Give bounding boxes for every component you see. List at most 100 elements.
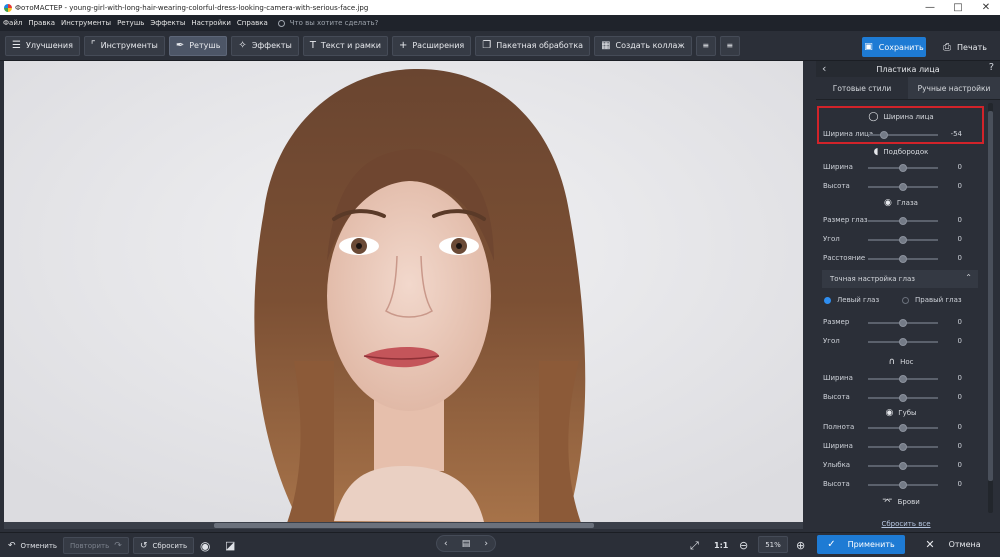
radio-label: Левый глаз [837,296,880,304]
scrollbar-thumb[interactable] [214,523,594,528]
back-chevron-icon[interactable]: ‹ [822,62,826,75]
menu-file[interactable]: Файл [3,19,22,27]
canvas-vertical-scrollbar[interactable] [803,61,811,522]
slider-knob[interactable] [899,236,907,244]
help-icon[interactable]: ? [989,62,994,73]
layers-settings-button[interactable]: ≡ [719,35,740,56]
slider-track[interactable] [868,462,938,470]
eye-fine-tune-header[interactable]: Точная настройка глаз ⌃ [822,270,978,288]
minimize-icon[interactable]: — [916,2,944,13]
slider-lips-smile[interactable]: Улыбка 0 [816,459,986,473]
tab-extensions[interactable]: + Расширения [391,35,472,56]
slider-knob[interactable] [899,319,907,327]
tab-enhance[interactable]: ☰ Улучшения [5,35,80,56]
section-title: Брови [897,498,920,506]
slider-eye-angle[interactable]: Угол 0 [816,233,986,247]
slider-track[interactable] [868,164,938,172]
slider-knob[interactable] [899,375,907,383]
slider-track[interactable] [868,443,938,451]
reset-button[interactable]: ↺ Сбросить [133,537,195,554]
tab-retouch[interactable]: ✒ Ретушь [168,35,228,56]
slider-chin-width[interactable]: Ширина 0 [816,161,986,175]
next-image-icon[interactable]: › [484,539,488,549]
slider-label: Высота [823,182,850,190]
slider-value: 0 [957,318,962,326]
tab-manual[interactable]: Ручные настройки [908,77,1000,99]
print-button[interactable]: ⎙ Печать [934,37,996,57]
radio-left-eye[interactable]: Левый глаз [824,296,879,304]
zoom-out-icon[interactable]: ⊖ [739,537,748,554]
menu-help[interactable]: Справка [237,19,268,27]
undo-icon: ↶ [8,540,16,551]
slider-fine-size[interactable]: Размер 0 [816,316,986,330]
slider-knob[interactable] [899,338,907,346]
eye-preview-icon[interactable]: ◉ [200,537,210,554]
slider-track[interactable] [868,319,938,327]
slider-lips-height[interactable]: Высота 0 [816,478,986,492]
redo-button[interactable]: Повторить ↷ [63,537,129,554]
slider-track[interactable] [868,255,938,263]
slider-lips-fullness[interactable]: Полнота 0 [816,421,986,435]
slider-lips-width[interactable]: Ширина 0 [816,440,986,454]
slider-track[interactable] [868,217,938,225]
slider-track[interactable] [868,183,938,191]
tab-label: Эффекты [251,41,292,50]
slider-knob[interactable] [899,164,907,172]
scrollbar-thumb[interactable] [988,111,993,481]
apply-button[interactable]: ✓ Применить [817,535,905,554]
menu-retouch[interactable]: Ретушь [117,19,144,27]
slider-track[interactable] [868,236,938,244]
slider-knob[interactable] [899,462,907,470]
canvas-horizontal-scrollbar[interactable] [4,522,803,529]
slider-fine-angle[interactable]: Угол 0 [816,335,986,349]
slider-nose-width[interactable]: Ширина 0 [816,372,986,386]
panel-scrollbar[interactable] [988,103,993,513]
slider-track[interactable] [868,375,938,383]
compare-icon[interactable]: ◪ [225,537,235,554]
photo-canvas[interactable] [4,61,803,522]
tab-text-frames[interactable]: T Текст и рамки [302,35,388,56]
menu-settings[interactable]: Настройки [191,19,231,27]
slider-knob[interactable] [899,443,907,451]
slider-eye-distance[interactable]: Расстояние 0 [816,252,986,266]
menu-search[interactable]: Что вы хотите сделать? [277,19,378,27]
radio-right-eye[interactable]: Правый глаз [902,296,962,304]
previous-image-icon[interactable]: ‹ [444,539,448,549]
save-button[interactable]: ▣ Сохранить [862,37,926,57]
folder-icon[interactable]: ▤ [462,539,471,549]
slider-track[interactable] [868,394,938,402]
slider-knob[interactable] [899,481,907,489]
slider-knob[interactable] [899,217,907,225]
layers-add-button[interactable]: ≡ [695,35,716,56]
create-collage-button[interactable]: ▦ Создать коллаж [594,35,692,56]
slider-track[interactable] [868,481,938,489]
close-icon[interactable]: ✕ [972,2,1000,13]
tab-label: Расширения [412,41,465,50]
slider-track[interactable] [868,338,938,346]
undo-button[interactable]: ↶ Отменить [8,537,57,554]
slider-knob[interactable] [899,255,907,263]
cancel-button[interactable]: ✕ Отмена [910,535,996,554]
slider-knob[interactable] [899,424,907,432]
tab-presets[interactable]: Готовые стили [816,77,908,99]
slider-knob[interactable] [899,394,907,402]
slider-chin-height[interactable]: Высота 0 [816,180,986,194]
slider-value: 0 [957,163,962,171]
tab-effects[interactable]: ✧ Эффекты [231,35,299,56]
zoom-in-icon[interactable]: ⊕ [796,537,805,554]
actual-size-button[interactable]: 1:1 [714,537,728,554]
menu-effects[interactable]: Эффекты [150,19,185,27]
slider-nose-height[interactable]: Высота 0 [816,391,986,405]
face-width-highlight-box [817,106,984,144]
batch-processing-button[interactable]: ❐ Пакетная обработка [475,35,591,56]
zoom-level[interactable]: 51% [758,536,788,553]
menu-tools[interactable]: Инструменты [61,19,111,27]
slider-eye-size[interactable]: Размер глаз 0 [816,214,986,228]
menu-edit[interactable]: Правка [28,19,55,27]
slider-label: Полнота [823,423,855,431]
tab-tools[interactable]: ⌜ Инструменты [83,35,165,56]
slider-track[interactable] [868,424,938,432]
slider-knob[interactable] [899,183,907,191]
fit-screen-icon[interactable]: ⤢ [690,537,699,554]
maximize-icon[interactable]: □ [944,2,972,13]
